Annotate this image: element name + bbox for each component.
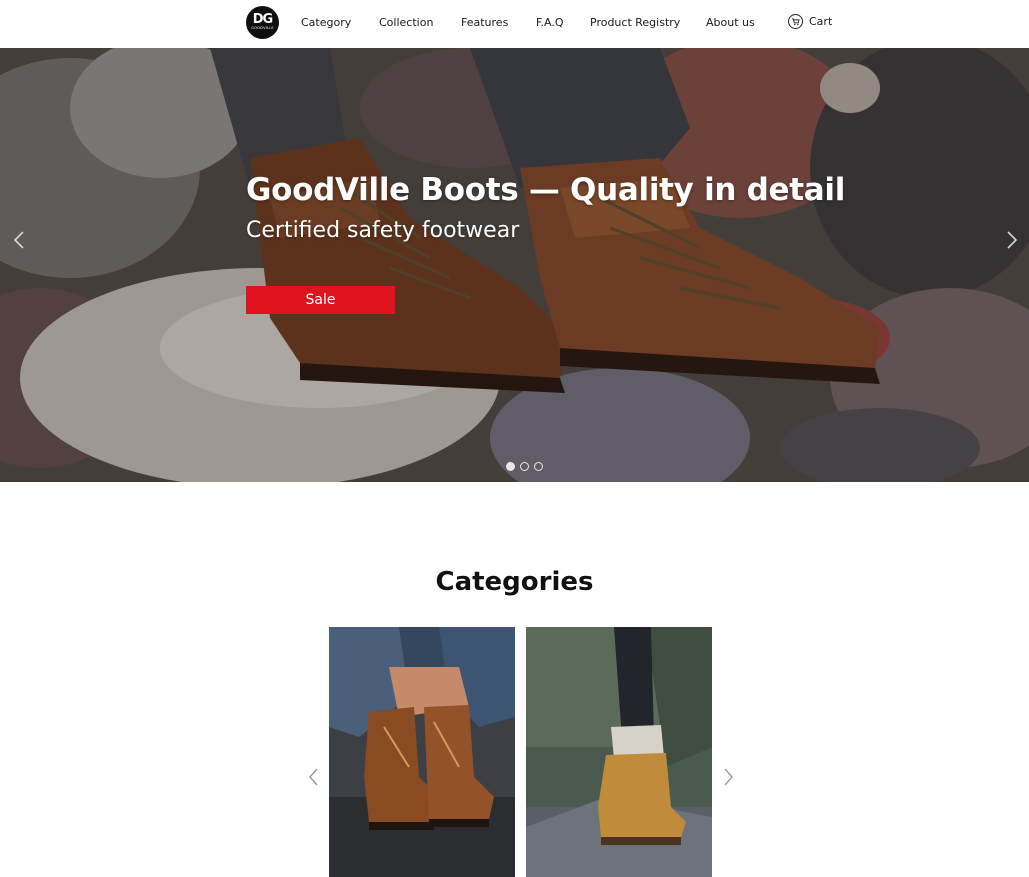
category-card-2[interactable] xyxy=(526,627,712,877)
nav-item-collection[interactable]: Collection xyxy=(379,16,433,29)
nav-item-about-us[interactable]: About us xyxy=(706,16,755,29)
nav-item-product-registry[interactable]: Product Registry xyxy=(590,16,680,29)
logo-wordmark: GOODVILLE xyxy=(251,26,274,30)
category-image xyxy=(329,627,515,877)
carousel-dot-3[interactable] xyxy=(534,462,543,471)
site-header: DG GOODVILLE Category Collection Feature… xyxy=(0,0,1029,48)
nav-item-category[interactable]: Category xyxy=(301,16,351,29)
carousel-dot-1[interactable] xyxy=(506,462,515,471)
hero-subtitle: Certified safety footwear xyxy=(246,218,520,243)
nav-item-faq[interactable]: F.A.Q xyxy=(536,16,564,29)
carousel-dot-2[interactable] xyxy=(520,462,529,471)
chevron-left-icon[interactable] xyxy=(8,229,30,251)
categories-heading: Categories xyxy=(435,567,594,597)
nav-item-features[interactable]: Features xyxy=(461,16,508,29)
carousel-dots xyxy=(506,462,543,471)
hero-carousel: GoodVille Boots — Quality in detail Cert… xyxy=(0,48,1029,482)
category-image xyxy=(526,627,712,877)
hero-image xyxy=(0,48,1029,482)
sale-button[interactable]: Sale xyxy=(246,286,395,314)
chevron-right-icon[interactable] xyxy=(1001,229,1023,251)
logo-mark: DG xyxy=(252,12,273,27)
cart-link[interactable]: Cart xyxy=(788,14,832,29)
brand-logo[interactable]: DG GOODVILLE xyxy=(246,6,279,39)
cart-icon xyxy=(788,14,803,29)
category-card-1[interactable] xyxy=(329,627,515,877)
chevron-left-icon[interactable] xyxy=(306,766,322,788)
hero-title: GoodVille Boots — Quality in detail xyxy=(246,172,846,208)
cart-label: Cart xyxy=(809,15,833,28)
chevron-right-icon[interactable] xyxy=(720,766,736,788)
